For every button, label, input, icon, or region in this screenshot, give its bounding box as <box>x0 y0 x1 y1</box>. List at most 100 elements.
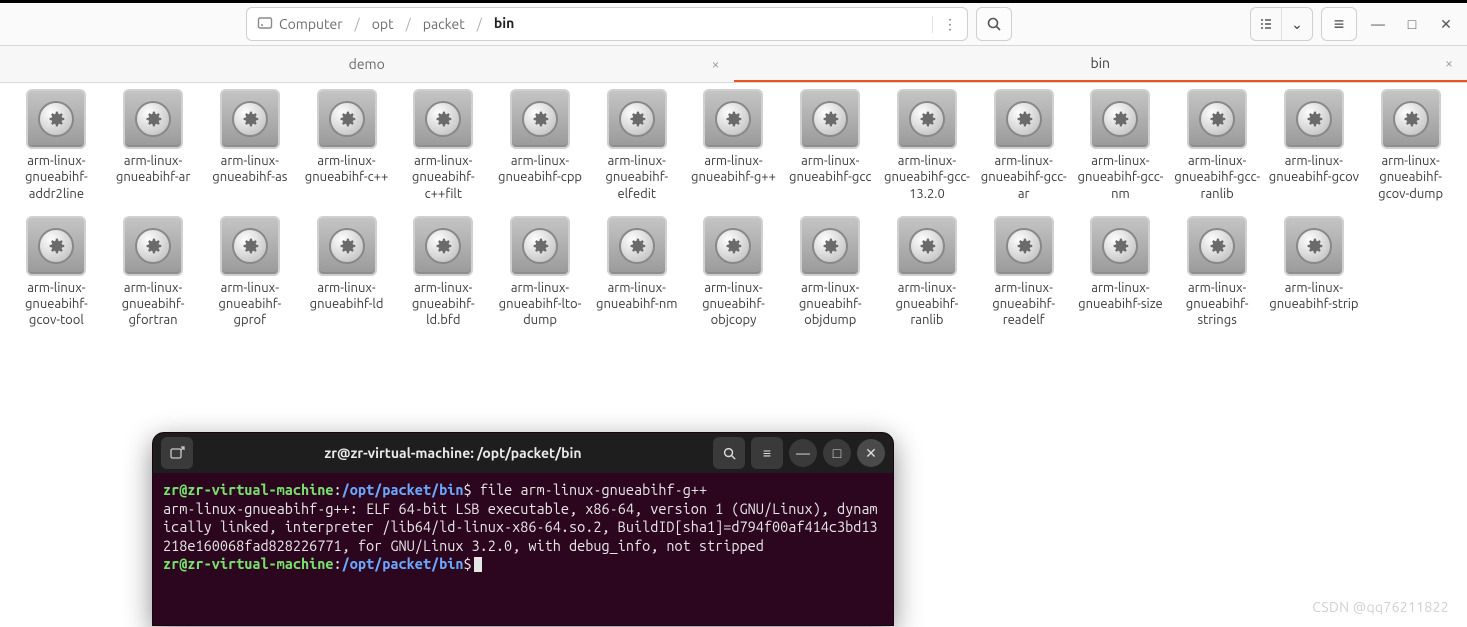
hamburger-menu-button[interactable]: ≡ <box>1321 7 1357 41</box>
file-item[interactable]: arm-linux-gnueabihf-gcc-13.2.0 <box>879 87 976 202</box>
file-item[interactable]: arm-linux-gnueabihf-lto-dump <box>492 214 589 329</box>
executable-icon <box>1187 216 1247 276</box>
view-list-button[interactable] <box>1251 8 1282 40</box>
executable-icon <box>703 89 763 149</box>
executable-icon <box>26 89 86 149</box>
file-label: arm-linux-gnueabihf-strip <box>1268 280 1360 313</box>
terminal-menu-button[interactable]: ≡ <box>751 437 783 469</box>
pathbar-sep: / <box>353 16 362 32</box>
file-item[interactable]: arm-linux-gnueabihf-gcov-dump <box>1362 87 1459 202</box>
file-label: arm-linux-gnueabihf-gcc-13.2.0 <box>881 153 973 202</box>
file-item[interactable]: arm-linux-gnueabihf-strip <box>1266 214 1363 329</box>
executable-icon <box>220 89 280 149</box>
file-item[interactable]: arm-linux-gnueabihf-gprof <box>201 214 298 329</box>
pathbar: Computer / opt / packet / bin ⋮ <box>246 7 968 41</box>
file-item[interactable]: arm-linux-gnueabihf-as <box>201 87 298 202</box>
pathbar-menu-button[interactable]: ⋮ <box>932 16 967 33</box>
file-item[interactable]: arm-linux-gnueabihf-g++ <box>685 87 782 202</box>
executable-icon <box>994 89 1054 149</box>
pathbar-sep: / <box>475 16 484 32</box>
executable-icon <box>897 216 957 276</box>
file-label: arm-linux-gnueabihf-as <box>204 153 296 186</box>
file-item[interactable]: arm-linux-gnueabihf-cpp <box>492 87 589 202</box>
file-item[interactable]: arm-linux-gnueabihf-gfortran <box>105 214 202 329</box>
file-item[interactable]: arm-linux-gnueabihf-c++ <box>298 87 395 202</box>
window-maximize-button[interactable]: □ <box>1399 11 1425 37</box>
file-label: arm-linux-gnueabihf-objdump <box>784 280 876 329</box>
executable-icon <box>607 89 667 149</box>
executable-icon <box>703 216 763 276</box>
file-label: arm-linux-gnueabihf-c++filt <box>397 153 489 202</box>
terminal-search-button[interactable] <box>713 437 745 469</box>
terminal-prompt-path: /opt/packet/bin <box>342 555 464 572</box>
file-manager-toolbar: Computer / opt / packet / bin ⋮ ⌄ ≡ — □ … <box>0 0 1467 46</box>
terminal-prompt-user: zr@zr-virtual-machine <box>163 481 334 498</box>
file-item[interactable]: arm-linux-gnueabihf-gcc-nm <box>1072 87 1169 202</box>
terminal-title: zr@zr-virtual-machine: /opt/packet/bin <box>199 445 707 461</box>
executable-icon <box>897 89 957 149</box>
view-switcher: ⌄ <box>1250 7 1313 41</box>
view-dropdown-button[interactable]: ⌄ <box>1282 8 1312 40</box>
executable-icon <box>510 216 570 276</box>
tab-close-button[interactable]: × <box>712 56 720 72</box>
file-item[interactable]: arm-linux-gnueabihf-gcc-ar <box>975 87 1072 202</box>
hd-icon <box>257 15 273 34</box>
executable-icon <box>26 216 86 276</box>
file-item[interactable]: arm-linux-gnueabihf-size <box>1072 214 1169 329</box>
tab-close-button[interactable]: × <box>1445 55 1453 71</box>
file-label: arm-linux-gnueabihf-ld.bfd <box>397 280 489 329</box>
terminal-minimize-button[interactable]: — <box>789 439 817 467</box>
pathbar-seg-opt[interactable]: opt <box>362 16 404 32</box>
file-item[interactable]: arm-linux-gnueabihf-nm <box>588 214 685 329</box>
file-item[interactable]: arm-linux-gnueabihf-gcc <box>782 87 879 202</box>
file-item[interactable]: arm-linux-gnueabihf-elfedit <box>588 87 685 202</box>
file-item[interactable]: arm-linux-gnueabihf-gcc-ranlib <box>1169 87 1266 202</box>
pathbar-root[interactable]: Computer <box>247 15 353 34</box>
window-minimize-button[interactable]: — <box>1365 11 1391 37</box>
file-item[interactable]: arm-linux-gnueabihf-gcov-tool <box>8 214 105 329</box>
file-label: arm-linux-gnueabihf-elfedit <box>591 153 683 202</box>
executable-icon <box>413 216 473 276</box>
executable-icon <box>800 89 860 149</box>
pathbar-root-label: Computer <box>279 16 343 32</box>
executable-icon <box>800 216 860 276</box>
terminal-maximize-button[interactable]: □ <box>823 439 851 467</box>
terminal-command: file arm-linux-gnueabihf-g++ <box>480 481 707 498</box>
file-label: arm-linux-gnueabihf-size <box>1074 280 1166 313</box>
executable-icon <box>1187 89 1247 149</box>
file-item[interactable]: arm-linux-gnueabihf-c++filt <box>395 87 492 202</box>
tab-bin[interactable]: bin × <box>734 46 1467 82</box>
file-label: arm-linux-gnueabihf-strings <box>1171 280 1263 329</box>
file-item[interactable]: arm-linux-gnueabihf-readelf <box>975 214 1072 329</box>
file-item[interactable]: arm-linux-gnueabihf-strings <box>1169 214 1266 329</box>
executable-icon <box>1284 216 1344 276</box>
file-item[interactable]: arm-linux-gnueabihf-objdump <box>782 214 879 329</box>
file-label: arm-linux-gnueabihf-addr2line <box>10 153 102 202</box>
file-item[interactable]: arm-linux-gnueabihf-objcopy <box>685 214 782 329</box>
file-manager-tabs: demo × bin × <box>0 46 1467 83</box>
file-item[interactable]: arm-linux-gnueabihf-ar <box>105 87 202 202</box>
tab-demo[interactable]: demo × <box>0 46 734 82</box>
file-item[interactable]: arm-linux-gnueabihf-gcov <box>1266 87 1363 202</box>
terminal-body[interactable]: zr@zr-virtual-machine:/opt/packet/bin$ f… <box>153 473 893 582</box>
tab-label: demo <box>349 56 385 72</box>
chevron-down-icon: ⌄ <box>1291 16 1303 33</box>
file-item[interactable]: arm-linux-gnueabihf-ld <box>298 214 395 329</box>
executable-icon <box>607 216 667 276</box>
file-item[interactable]: arm-linux-gnueabihf-ranlib <box>879 214 976 329</box>
file-label: arm-linux-gnueabihf-g++ <box>687 153 779 186</box>
terminal-close-button[interactable]: ✕ <box>857 439 885 467</box>
pathbar-seg-bin[interactable]: bin <box>484 15 524 33</box>
file-label: arm-linux-gnueabihf-ar <box>107 153 199 186</box>
executable-icon <box>1381 89 1441 149</box>
file-item[interactable]: arm-linux-gnueabihf-ld.bfd <box>395 214 492 329</box>
file-label: arm-linux-gnueabihf-ld <box>301 280 393 313</box>
window-close-button[interactable]: ✕ <box>1433 11 1459 37</box>
search-button[interactable] <box>976 7 1012 41</box>
file-label: arm-linux-gnueabihf-gcov-dump <box>1365 153 1457 202</box>
pathbar-seg-packet[interactable]: packet <box>413 16 475 32</box>
file-label: arm-linux-gnueabihf-gcc-ranlib <box>1171 153 1263 202</box>
terminal-new-tab-button[interactable] <box>161 437 193 469</box>
file-item[interactable]: arm-linux-gnueabihf-addr2line <box>8 87 105 202</box>
file-label: arm-linux-gnueabihf-nm <box>591 280 683 313</box>
